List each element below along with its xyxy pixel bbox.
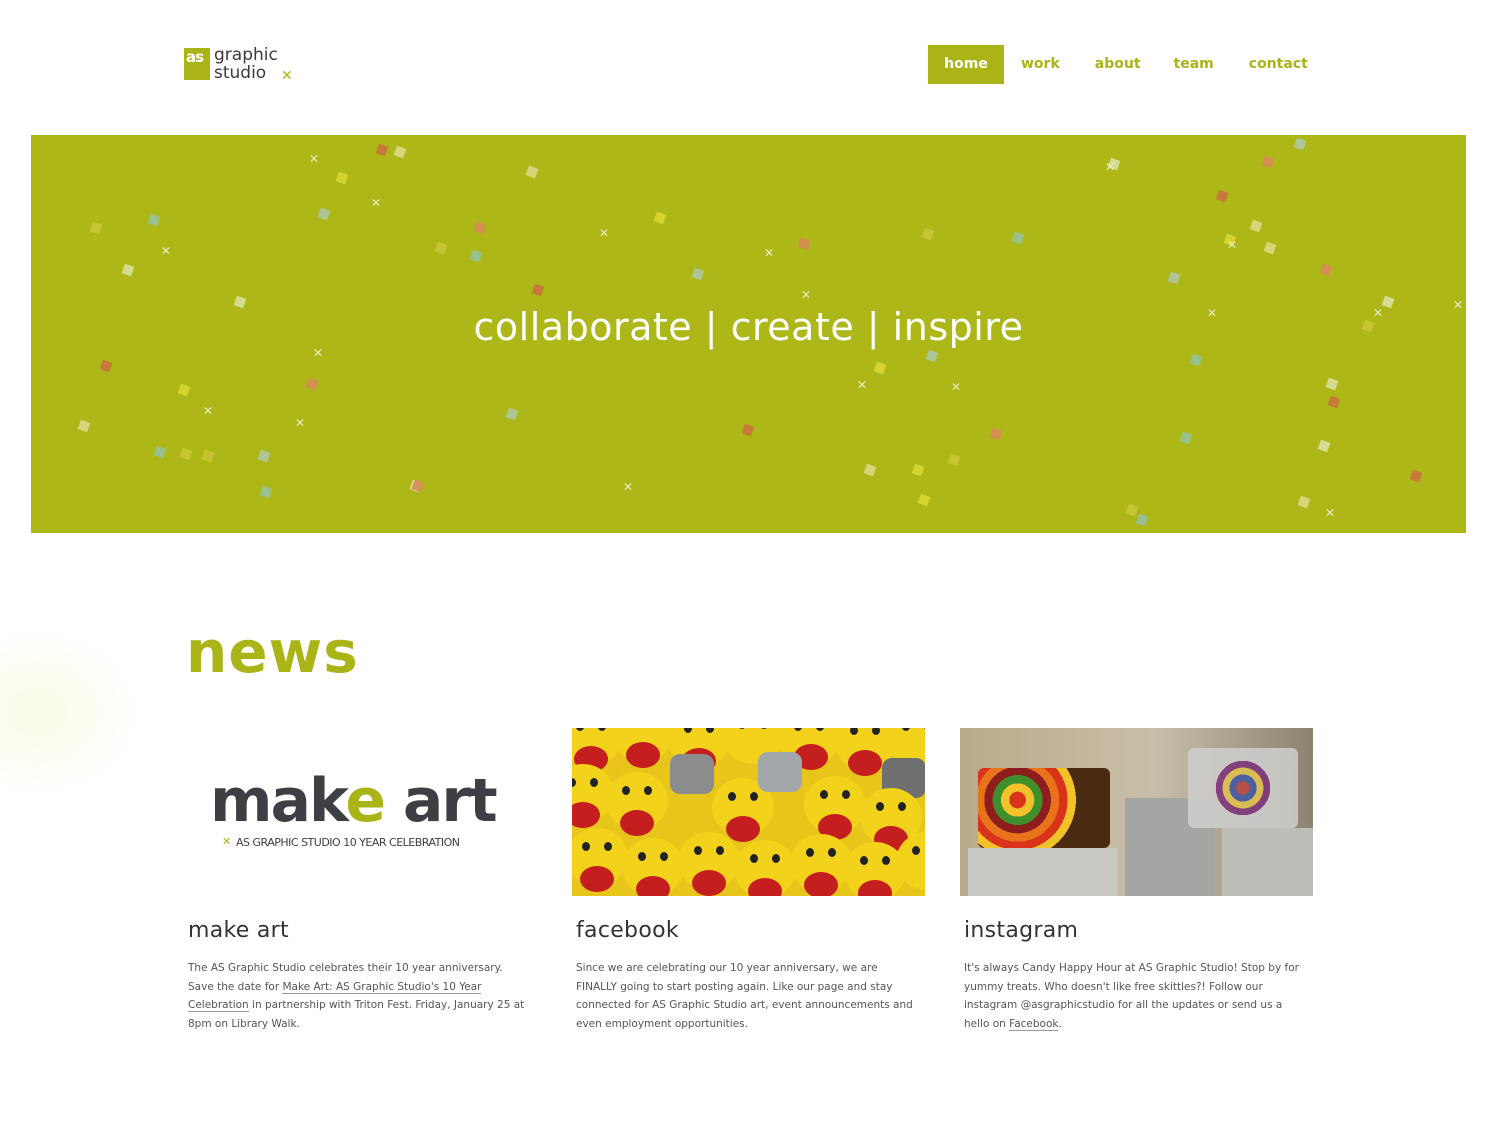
confetti-square: [179, 447, 193, 461]
confetti-square: [741, 423, 755, 437]
news-card-make-art: make art ✕ AS GRAPHIC STUDIO 10 YEAR CEL…: [184, 728, 539, 1033]
make-art-image[interactable]: make art ✕ AS GRAPHIC STUDIO 10 YEAR CEL…: [184, 728, 537, 896]
hero-tagline: collaborate | create | inspire: [473, 305, 1024, 349]
facebook-link[interactable]: Facebook: [1009, 1017, 1059, 1031]
confetti-square: [505, 407, 519, 421]
background-glow: [0, 625, 145, 800]
nav-team[interactable]: team: [1174, 45, 1214, 84]
confetti-square: [121, 263, 135, 277]
confetti-square: [531, 283, 545, 297]
confetti-square: [375, 143, 389, 157]
main-nav: home work about team contact: [928, 45, 1308, 84]
card-body: It's always Candy Happy Hour at AS Graph…: [964, 962, 1299, 1031]
confetti-square: [1249, 219, 1263, 233]
confetti-square: [259, 485, 273, 499]
confetti-square: [1297, 495, 1311, 509]
instagram-image[interactable]: [960, 728, 1313, 896]
confetti-square: [921, 227, 935, 241]
confetti-square: [473, 221, 487, 235]
confetti-square: [1327, 395, 1341, 409]
confetti-square: [1189, 353, 1203, 367]
sparkle-icon: ✕: [764, 246, 775, 260]
confetti-square: [1293, 137, 1307, 151]
confetti-square: [147, 213, 161, 227]
confetti-square: [1011, 231, 1025, 245]
confetti-square: [863, 463, 877, 477]
card-title: make art: [188, 918, 289, 943]
confetti-square: [1135, 513, 1149, 527]
news-card-facebook: facebook Since we are celebrating our 10…: [572, 728, 927, 1033]
confetti-square: [99, 359, 113, 373]
sparkle-icon: ✕: [951, 380, 962, 394]
confetti-square: [911, 463, 925, 477]
sparkle-icon: ✕: [371, 196, 382, 210]
confetti-square: [335, 171, 349, 185]
confetti-square: [77, 419, 91, 433]
sparkle-icon: ✕: [1105, 160, 1116, 174]
sparkle-icon: ✕: [599, 226, 610, 240]
sparkle-icon: ✕: [309, 152, 320, 166]
sparkle-icon: ✕: [857, 378, 868, 392]
confetti-square: [1179, 431, 1193, 445]
nav-about[interactable]: about: [1095, 45, 1141, 84]
confetti-square: [469, 249, 483, 263]
confetti-square: [797, 237, 811, 251]
sparkle-icon: ✕: [1227, 238, 1238, 252]
confetti-square: [201, 449, 215, 463]
sparkle-icon: ✕: [623, 480, 634, 494]
logo[interactable]: as graphic studio ✕: [184, 44, 296, 86]
logo-x-icon: ✕: [281, 68, 293, 84]
sparkle-icon: ✕: [1325, 506, 1336, 520]
hero-banner: ✕ ✕ ✕ ✕ ✕ ✕ ✕ ✕ ✕ ✕ ✕ ✕ ✕ ✕ ✕ ✕ ✕ ✕ collaborate | create …: [31, 135, 1466, 533]
confetti-square: [925, 349, 939, 363]
confetti-square: [947, 453, 961, 467]
sparkle-icon: ✕: [203, 404, 214, 418]
confetti-square: [1261, 155, 1275, 169]
confetti-square: [525, 165, 539, 179]
confetti-square: [393, 145, 407, 159]
confetti-square: [1409, 469, 1423, 483]
card-body: Since we are celebrating our 10 year ann…: [576, 962, 913, 1030]
card-body: The AS Graphic Studio celebrates their 1…: [188, 962, 525, 1030]
confetti-square: [1215, 189, 1229, 203]
confetti-square: [305, 377, 319, 391]
sparkle-icon: ✕: [161, 244, 172, 258]
confetti-square: [434, 241, 448, 255]
confetti-square: [917, 493, 931, 507]
news-heading: news: [186, 618, 359, 686]
confetti-square: [691, 267, 705, 281]
confetti-square: [1263, 241, 1277, 255]
confetti-square: [1167, 271, 1181, 285]
facebook-image[interactable]: [572, 728, 925, 896]
confetti-square: [1319, 263, 1333, 277]
card-title: facebook: [576, 918, 679, 943]
logo-mark: as: [184, 48, 210, 80]
sparkle-icon: ✕: [801, 288, 812, 302]
confetti-square: [89, 221, 103, 235]
card-title: instagram: [964, 918, 1079, 943]
confetti-square: [989, 427, 1003, 441]
confetti-square: [653, 211, 667, 225]
x-icon: ✕: [222, 835, 232, 848]
logo-line-1: graphic: [214, 45, 278, 65]
nav-work[interactable]: work: [1021, 45, 1060, 84]
sparkle-icon: ✕: [295, 416, 306, 430]
confetti-square: [1125, 503, 1139, 517]
nav-home[interactable]: home: [928, 45, 1004, 84]
confetti-square: [1325, 377, 1339, 391]
confetti-square: [177, 383, 191, 397]
make-art-logo-text: make art: [210, 766, 498, 836]
confetti-square: [153, 445, 167, 459]
confetti-square: [317, 207, 331, 221]
news-card-instagram: instagram It's always Candy Happy Hour a…: [960, 728, 1315, 1033]
confetti-square: [873, 361, 887, 375]
nav-contact[interactable]: contact: [1249, 45, 1308, 84]
confetti-square: [257, 449, 271, 463]
make-art-logo-subtitle: AS GRAPHIC STUDIO 10 YEAR CELEBRATION: [236, 836, 460, 849]
logo-line-2: studio: [214, 63, 267, 83]
confetti-square: [1317, 439, 1331, 453]
